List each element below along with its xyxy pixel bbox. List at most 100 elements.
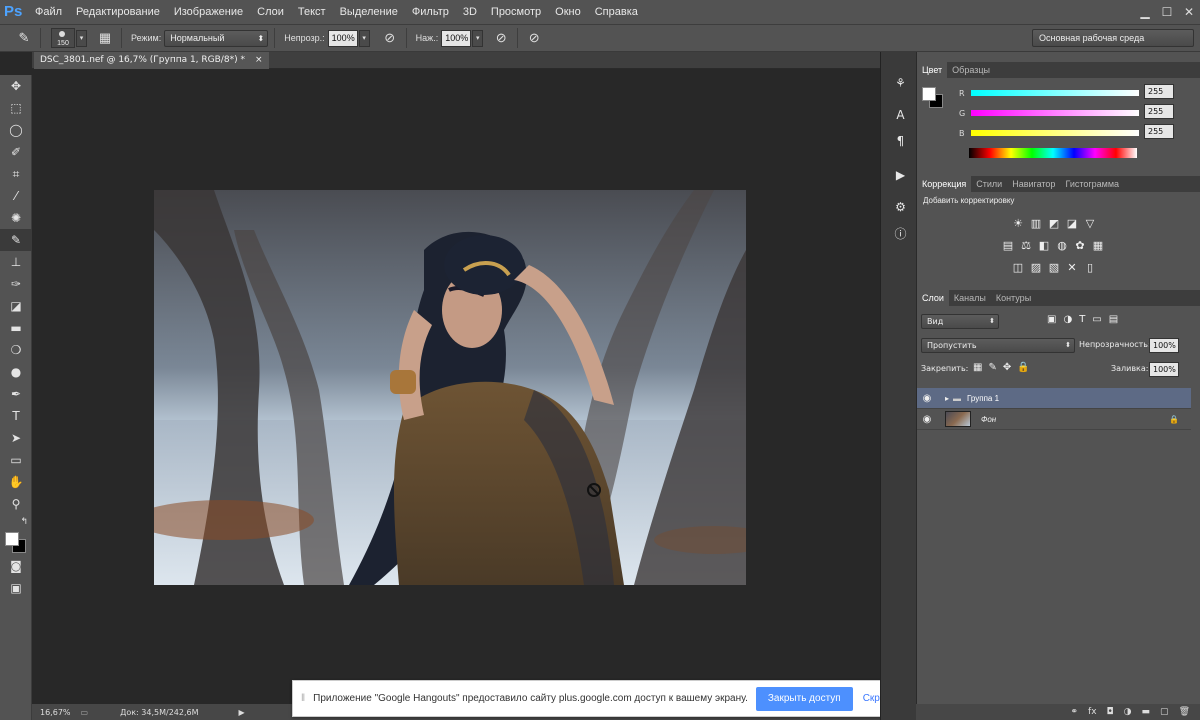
stop-sharing-button[interactable]: Закрыть доступ: [755, 686, 853, 711]
pressure-opacity-icon[interactable]: ⊘: [380, 28, 400, 48]
character-panel-icon[interactable]: A: [888, 104, 914, 126]
layer-name[interactable]: Фон: [981, 415, 996, 424]
slider-b[interactable]: B 255: [917, 124, 1200, 146]
tool-presets-icon[interactable]: ⚙: [888, 196, 914, 218]
pressure-input[interactable]: 100%: [441, 29, 472, 47]
menu-layers[interactable]: Слои: [250, 0, 291, 24]
marquee-tool-icon[interactable]: ⬚: [0, 97, 32, 119]
menu-view[interactable]: Просмотр: [484, 0, 548, 24]
workspace-select[interactable]: Основная рабочая среда: [1032, 29, 1194, 47]
info-panel-icon[interactable]: ⓘ: [888, 222, 914, 244]
healing-tool-icon[interactable]: ✺: [0, 207, 32, 229]
airbrush-icon[interactable]: ⊘: [491, 28, 511, 48]
crop-tool-icon[interactable]: ⌗: [0, 163, 32, 185]
foreground-color-swatch[interactable]: [5, 532, 19, 546]
pressure-dropdown[interactable]: ▾: [472, 29, 484, 47]
move-tool-icon[interactable]: ✥: [0, 75, 32, 97]
channel-mixer-icon[interactable]: ✿: [1073, 240, 1087, 252]
screen-mode-icon[interactable]: ▣: [0, 577, 32, 599]
gradient-tool-icon[interactable]: ▬: [0, 317, 32, 339]
gradient-map-icon[interactable]: ▯: [1083, 262, 1097, 274]
tab-layers[interactable]: Слои: [917, 290, 949, 306]
link-layers-icon[interactable]: ⚭: [1071, 707, 1079, 717]
mode-select[interactable]: Нормальный: [164, 29, 269, 47]
eraser-tool-icon[interactable]: ◪: [0, 295, 32, 317]
brush-panel-icon[interactable]: ▦: [95, 28, 115, 48]
menu-filter[interactable]: Фильтр: [405, 0, 456, 24]
close-tab-icon[interactable]: ×: [255, 52, 263, 69]
blend-mode-select[interactable]: Пропустить: [921, 338, 1075, 353]
tab-histogram[interactable]: Гистограмма: [1060, 176, 1124, 192]
threshold-icon[interactable]: ▧: [1047, 262, 1061, 274]
add-mask-icon[interactable]: ◘: [1107, 707, 1114, 717]
canvas-area[interactable]: [32, 69, 880, 704]
menu-image[interactable]: Изображение: [167, 0, 250, 24]
invert-icon[interactable]: ◫: [1011, 262, 1025, 274]
eye-icon[interactable]: ◉: [917, 414, 937, 425]
filter-smart-icon[interactable]: ▤: [1109, 314, 1118, 325]
minimize-button[interactable]: ▁: [1134, 2, 1156, 22]
tab-paths[interactable]: Контуры: [991, 290, 1036, 306]
layer-row-background[interactable]: ◉ Фон 🔒: [917, 409, 1191, 430]
zoom-level[interactable]: 16,67%: [40, 708, 71, 717]
dodge-tool-icon[interactable]: ●: [0, 361, 32, 383]
layer-filter-select[interactable]: Вид: [921, 314, 999, 329]
eye-icon[interactable]: ◉: [917, 393, 937, 404]
filter-pixel-icon[interactable]: ▣: [1047, 314, 1056, 325]
actions-panel-icon[interactable]: ▶: [888, 164, 914, 186]
tab-adjustments[interactable]: Коррекция: [917, 176, 972, 192]
tab-styles[interactable]: Стили: [971, 176, 1007, 192]
filter-shape-icon[interactable]: ▭: [1092, 314, 1101, 325]
status-icon[interactable]: ▭: [81, 708, 89, 717]
zoom-tool-icon[interactable]: ⚲: [0, 493, 32, 515]
brush-preset-icon[interactable]: ✎: [14, 28, 34, 48]
expand-arrow-icon[interactable]: ▸: [945, 394, 949, 403]
history-panel-icon[interactable]: ⚘: [888, 72, 914, 94]
curves-icon[interactable]: ◩: [1047, 218, 1061, 230]
g-value[interactable]: 255: [1144, 104, 1174, 119]
blur-tool-icon[interactable]: ❍: [0, 339, 32, 361]
hue-saturation-icon[interactable]: ▤: [1001, 240, 1015, 252]
menu-text[interactable]: Текст: [291, 0, 333, 24]
eyedropper-tool-icon[interactable]: ⁄: [0, 185, 32, 207]
shape-tool-icon[interactable]: ▭: [0, 449, 32, 471]
slider-r[interactable]: R 255: [917, 84, 1200, 106]
fill-input[interactable]: 100%: [1149, 362, 1179, 377]
levels-icon[interactable]: ▥: [1029, 218, 1043, 230]
brush-size-dropdown[interactable]: ▾: [76, 29, 87, 47]
quick-mask-icon[interactable]: ◙: [0, 555, 32, 577]
fx-icon[interactable]: fx: [1088, 707, 1097, 717]
color-lookup-icon[interactable]: ▦: [1091, 240, 1105, 252]
menu-help[interactable]: Справка: [588, 0, 645, 24]
new-adjustment-icon[interactable]: ◑: [1124, 707, 1132, 717]
filter-adjust-icon[interactable]: ◑: [1063, 314, 1072, 325]
close-window-button[interactable]: ✕: [1178, 2, 1200, 22]
brush-tool-icon[interactable]: ✎: [0, 229, 32, 251]
drag-handle-icon[interactable]: ‖: [301, 693, 305, 704]
stamp-tool-icon[interactable]: ⊥: [0, 251, 32, 273]
lock-position-icon[interactable]: ✥: [1003, 362, 1011, 373]
tab-navigator[interactable]: Навигатор: [1007, 176, 1060, 192]
filter-type-icon[interactable]: T: [1079, 314, 1085, 325]
vibrance-icon[interactable]: ▽: [1083, 218, 1097, 230]
color-swatches[interactable]: [0, 529, 32, 555]
hand-tool-icon[interactable]: ✋: [0, 471, 32, 493]
tab-color[interactable]: Цвет: [917, 62, 948, 78]
new-layer-icon[interactable]: ▢: [1160, 707, 1169, 717]
b-value[interactable]: 255: [1144, 124, 1174, 139]
lock-all-icon[interactable]: 🔒: [1017, 362, 1029, 373]
lock-transparency-icon[interactable]: ▦: [973, 362, 982, 373]
delete-layer-icon[interactable]: 🗑: [1179, 707, 1190, 717]
color-spectrum[interactable]: [969, 148, 1137, 158]
path-select-tool-icon[interactable]: ➤: [0, 427, 32, 449]
tab-swatches[interactable]: Образцы: [947, 62, 995, 78]
lock-pixels-icon[interactable]: ✎: [988, 362, 996, 373]
new-group-icon[interactable]: ▬: [1142, 707, 1151, 717]
tab-channels[interactable]: Каналы: [949, 290, 991, 306]
menu-3d[interactable]: 3D: [456, 0, 484, 24]
menu-edit[interactable]: Редактирование: [69, 0, 167, 24]
menu-window[interactable]: Окно: [548, 0, 588, 24]
history-brush-tool-icon[interactable]: ✑: [0, 273, 32, 295]
color-balance-icon[interactable]: ⚖: [1019, 240, 1033, 252]
status-menu-icon[interactable]: ▶: [239, 708, 245, 717]
